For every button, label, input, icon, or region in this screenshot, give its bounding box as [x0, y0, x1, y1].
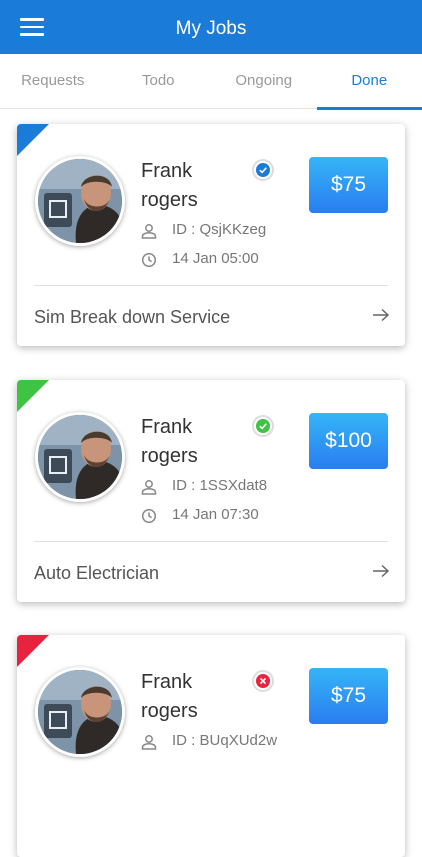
- arrow-right-icon[interactable]: [372, 563, 390, 579]
- avatar: [35, 667, 125, 757]
- arrow-right-icon[interactable]: [372, 307, 390, 323]
- job-card[interactable]: Frankrogers $75 ID : BUqXUd2w: [17, 635, 405, 857]
- tab-requests[interactable]: Requests: [0, 54, 106, 109]
- person-icon: [141, 479, 157, 495]
- customer-name: Frankrogers: [141, 413, 198, 471]
- id-label: ID :: [172, 732, 200, 749]
- page-title: My Jobs: [0, 0, 422, 54]
- price-button[interactable]: $75: [309, 157, 388, 213]
- job-date: 14 Jan 07:30: [172, 506, 259, 523]
- cancelled-x-icon: [252, 670, 274, 692]
- service-name: Auto Electrician: [34, 563, 159, 584]
- job-card[interactable]: Frankrogers $75 ID : QsjKKzeg 14 Jan 05:…: [17, 124, 405, 346]
- job-date: 14 Jan 05:00: [172, 250, 259, 267]
- tab-done[interactable]: Done: [317, 54, 422, 109]
- id-label: ID :: [172, 477, 200, 494]
- id-value: 1SSXdat8: [200, 477, 268, 494]
- status-corner: [17, 124, 49, 156]
- customer-name: Frankrogers: [141, 157, 198, 215]
- avatar: [35, 156, 125, 246]
- customer-name: Frankrogers: [141, 668, 198, 726]
- price-button[interactable]: $100: [309, 413, 388, 469]
- tab-bar: Requests Todo Ongoing Done: [0, 54, 422, 109]
- tab-todo[interactable]: Todo: [106, 54, 212, 109]
- price-button[interactable]: $75: [309, 668, 388, 724]
- clock-icon: [141, 252, 157, 268]
- service-name: Sim Break down Service: [34, 307, 230, 328]
- status-corner: [17, 635, 49, 667]
- completed-check-icon: [252, 415, 274, 437]
- tab-ongoing[interactable]: Ongoing: [211, 54, 317, 109]
- status-corner: [17, 380, 49, 412]
- app-header: My Jobs: [0, 0, 422, 54]
- id-label: ID :: [172, 221, 200, 238]
- divider: [34, 285, 388, 286]
- divider: [34, 541, 388, 542]
- job-card[interactable]: Frankrogers $100 ID : 1SSXdat8 14 Jan 07…: [17, 380, 405, 602]
- clock-icon: [141, 508, 157, 524]
- person-icon: [141, 734, 157, 750]
- id-value: BUqXUd2w: [200, 732, 278, 749]
- avatar: [35, 412, 125, 502]
- approved-check-icon: [252, 159, 274, 181]
- id-value: QsjKKzeg: [200, 221, 267, 238]
- person-icon: [141, 223, 157, 239]
